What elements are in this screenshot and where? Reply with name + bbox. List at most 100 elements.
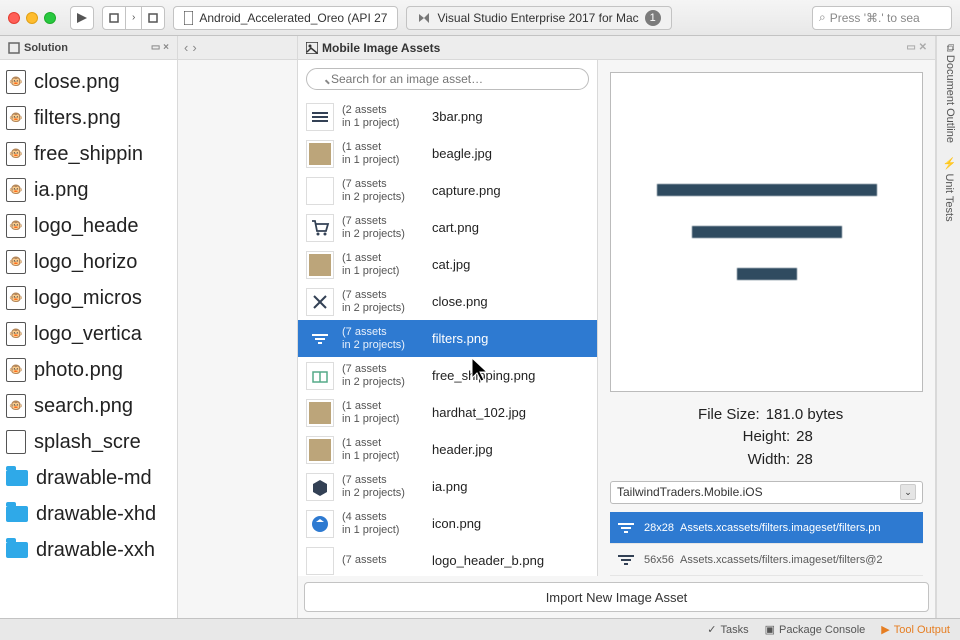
asset-row[interactable]: (1 assetin 1 project)header.jpg	[298, 431, 597, 468]
solution-item-label: search.png	[34, 395, 133, 418]
asset-thumb	[306, 214, 334, 242]
asset-thumb	[306, 177, 334, 205]
import-button[interactable]: Import New Image Asset	[304, 582, 929, 612]
result-path: Assets.xcassets/filters.imageset/filters…	[680, 522, 881, 534]
asset-row[interactable]: (7 assetslogo_header_b.png	[298, 542, 597, 576]
result-row[interactable]: 56x56Assets.xcassets/filters.imageset/fi…	[610, 544, 923, 576]
status-tool-output[interactable]: ▶Tool Output	[881, 623, 950, 636]
solution-folder[interactable]: drawable-xhd	[6, 496, 177, 532]
editor-breadcrumb-pane: ‹ ›	[178, 36, 298, 618]
solution-item[interactable]: filters.png	[6, 100, 177, 136]
asset-filename: cart.png	[432, 220, 479, 235]
solution-item-label: filters.png	[34, 107, 121, 130]
global-search[interactable]: ⌕ Press '⌘.' to sea	[812, 6, 952, 30]
status-tasks[interactable]: ✓Tasks	[707, 623, 748, 636]
filesize-value: 181.0 bytes	[766, 406, 844, 423]
asset-row[interactable]: (1 assetin 1 project)hardhat_102.jpg	[298, 394, 597, 431]
asset-meta: (2 assetsin 1 project)	[342, 104, 424, 128]
asset-filename: logo_header_b.png	[432, 553, 544, 568]
folder-icon	[6, 470, 28, 486]
project-selector[interactable]: TailwindTraders.Mobile.iOS ⌄	[610, 481, 923, 504]
solution-item[interactable]: logo_vertica	[6, 316, 177, 352]
asset-row[interactable]: (7 assetsin 2 projects)close.png	[298, 283, 597, 320]
asset-row[interactable]: (7 assetsin 2 projects) cart.png	[298, 209, 597, 246]
folder-icon	[6, 506, 28, 522]
solution-item-label: logo_vertica	[34, 323, 142, 346]
asset-row[interactable]: (4 assetsin 1 project)icon.png	[298, 505, 597, 542]
asset-thumb	[306, 251, 334, 279]
asset-filename: free_shipping.png	[432, 368, 535, 383]
image-icon	[306, 42, 318, 54]
zoom-window-icon[interactable]	[44, 12, 56, 24]
height-value: 28	[796, 428, 813, 445]
file-icon	[6, 142, 26, 166]
doc-outline-tab[interactable]: ⧉ Document Outline	[941, 44, 956, 143]
asset-row[interactable]: (7 assetsin 2 projects)filters.png	[298, 320, 597, 357]
file-icon	[6, 286, 26, 310]
assets-list-panel: (2 assetsin 1 project)3bar.png(1 assetin…	[298, 60, 598, 576]
asset-row[interactable]: (1 assetin 1 project)cat.jpg	[298, 246, 597, 283]
asset-row[interactable]: (2 assetsin 1 project)3bar.png	[298, 98, 597, 135]
asset-filename: icon.png	[432, 516, 481, 531]
solution-item[interactable]: search.png	[6, 388, 177, 424]
result-row[interactable]: 28x28Assets.xcassets/filters.imageset/fi…	[610, 512, 923, 544]
solution-folder[interactable]: drawable-xxh	[6, 532, 177, 568]
pane-controls[interactable]: ▭ ✕	[906, 42, 927, 53]
config-device-icon[interactable]	[142, 7, 164, 29]
solution-item-label: splash_scre	[34, 431, 141, 454]
solution-item-label: close.png	[34, 71, 120, 94]
minimize-window-icon[interactable]	[26, 12, 38, 24]
solution-folder-label: drawable-xhd	[36, 503, 156, 526]
solution-item[interactable]: ia.png	[6, 172, 177, 208]
asset-thumb	[306, 325, 334, 353]
file-icon	[6, 394, 26, 418]
asset-meta: (7 assetsin 2 projects)	[342, 215, 424, 239]
asset-search[interactable]	[306, 68, 589, 90]
status-bar: ✓Tasks ▣Package Console ▶Tool Output	[0, 618, 960, 640]
asset-row[interactable]: (7 assetsin 2 projects)capture.png	[298, 172, 597, 209]
solution-tree[interactable]: close.pngfilters.pngfree_shippinia.pnglo…	[0, 60, 177, 568]
asset-thumb	[306, 103, 334, 131]
file-icon	[6, 106, 26, 130]
nav-back-icon[interactable]: ‹	[184, 40, 188, 55]
solution-item[interactable]: logo_micros	[6, 280, 177, 316]
solution-title: Solution	[24, 42, 68, 54]
solution-pad-header: Solution ▭ ×	[0, 36, 177, 60]
asset-row[interactable]: (7 assetsin 2 projects)ia.png	[298, 468, 597, 505]
solution-item[interactable]: logo_horizo	[6, 244, 177, 280]
unit-tests-tab[interactable]: ⚡ Unit Tests	[941, 157, 956, 222]
file-icon	[6, 214, 26, 238]
breadcrumb[interactable]: ‹ ›	[178, 36, 297, 60]
asset-row[interactable]: (1 assetin 1 project)beagle.jpg	[298, 135, 597, 172]
asset-row[interactable]: (7 assetsin 2 projects)free_shipping.png	[298, 357, 597, 394]
asset-thumb	[306, 140, 334, 168]
config-debug-icon[interactable]	[103, 7, 126, 29]
asset-result-list[interactable]: 28x28Assets.xcassets/filters.imageset/fi…	[610, 512, 923, 576]
global-search-placeholder: Press '⌘.' to sea	[830, 11, 920, 25]
result-thumb	[614, 516, 638, 540]
asset-meta: (7 assetsin 2 projects)	[342, 326, 424, 350]
folder-icon	[6, 542, 28, 558]
solution-item[interactable]: logo_heade	[6, 208, 177, 244]
file-icon	[6, 250, 26, 274]
solution-item[interactable]: splash_scre	[6, 424, 177, 460]
close-window-icon[interactable]	[8, 12, 20, 24]
solution-item[interactable]: photo.png	[6, 352, 177, 388]
status-package-console[interactable]: ▣Package Console	[765, 623, 866, 636]
run-target-label: Android_Accelerated_Oreo (API 27	[199, 11, 387, 25]
asset-filename: close.png	[432, 294, 488, 309]
run-target-chip[interactable]: Android_Accelerated_Oreo (API 27	[173, 6, 398, 30]
solution-item[interactable]: close.png	[6, 64, 177, 100]
asset-list[interactable]: (2 assetsin 1 project)3bar.png(1 assetin…	[298, 98, 597, 576]
config-segmented[interactable]: ›	[102, 6, 165, 30]
run-button[interactable]	[70, 6, 94, 30]
solution-item[interactable]: free_shippin	[6, 136, 177, 172]
pad-buttons[interactable]: ▭ ×	[151, 42, 169, 53]
nav-fwd-icon[interactable]: ›	[192, 40, 196, 55]
error-count-badge[interactable]: 1	[645, 10, 661, 26]
center-status-chip[interactable]: Visual Studio Enterprise 2017 for Mac 1	[406, 6, 671, 30]
asset-filename: cat.jpg	[432, 257, 470, 272]
solution-folder[interactable]: drawable-md	[6, 460, 177, 496]
file-icon	[6, 178, 26, 202]
asset-search-input[interactable]	[306, 68, 589, 90]
